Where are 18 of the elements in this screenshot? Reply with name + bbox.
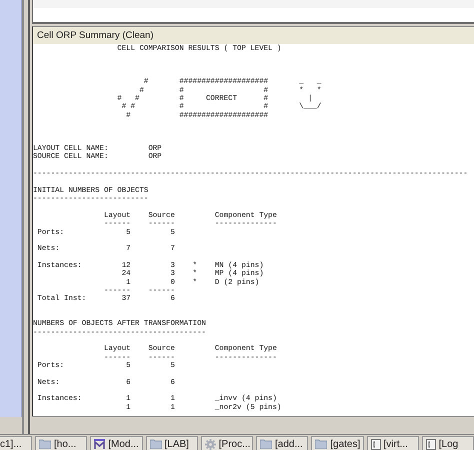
taskbar-button[interactable]: [virt... <box>366 436 419 450</box>
window-icon <box>426 438 436 450</box>
folder-icon <box>315 439 328 449</box>
taskbar-button[interactable]: c1]... <box>0 436 32 450</box>
folder-icon <box>150 439 162 449</box>
taskbar-button[interactable]: [Log <box>422 436 474 450</box>
folder-icon <box>260 439 272 449</box>
taskbar-button[interactable]: [Proc... <box>200 436 253 450</box>
taskbar-button[interactable]: [LAB] <box>146 436 198 450</box>
taskbar-button[interactable]: [gates] <box>311 436 364 450</box>
gear-icon <box>204 438 216 450</box>
m-icon <box>94 439 106 449</box>
taskbar-button[interactable]: [ho... <box>35 436 88 450</box>
taskbar-button[interactable]: [add... <box>256 436 308 450</box>
taskbar-button[interactable]: [Mod... <box>90 436 142 450</box>
panel-title: Cell ORP Summary (Clean) <box>33 27 474 44</box>
folder-icon <box>39 439 51 449</box>
window-icon <box>370 438 380 450</box>
